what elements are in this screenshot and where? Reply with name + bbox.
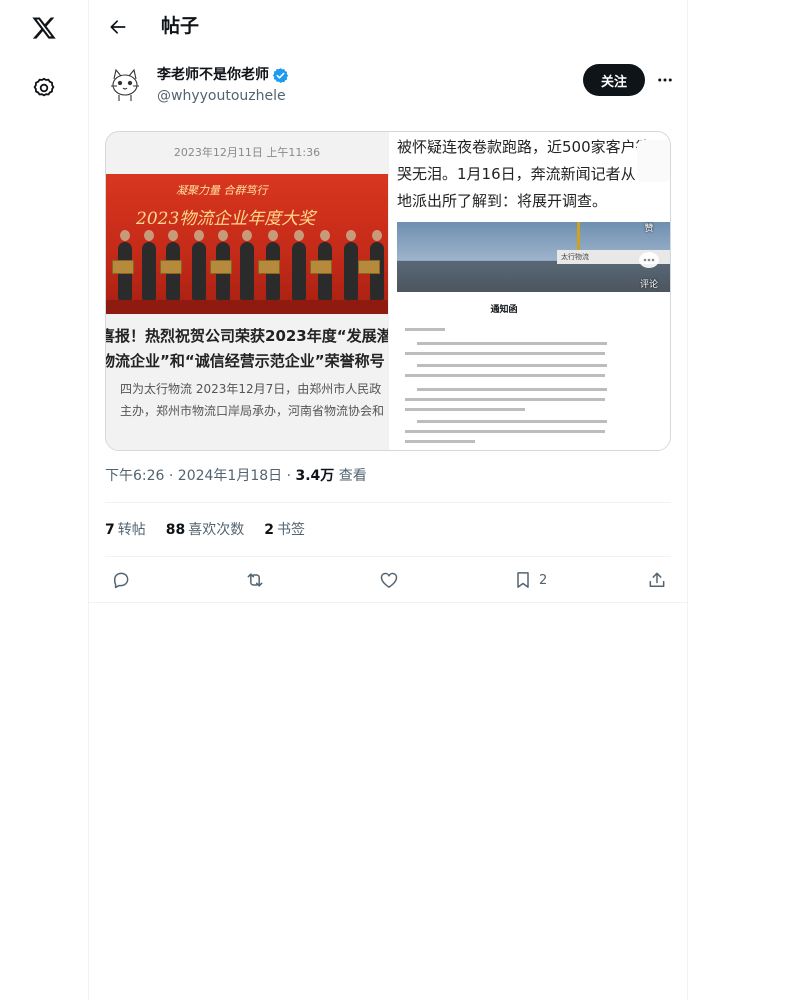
- notice-text-line: [417, 342, 607, 345]
- avatar[interactable]: [105, 64, 145, 104]
- top-bar: 帖子: [89, 0, 687, 53]
- views-label: 查看: [334, 468, 367, 484]
- follow-button[interactable]: 关注: [583, 64, 645, 96]
- main-column: 帖子 李老师不是你老师 @whyyoutouzhele 关注 2023年12月1…: [88, 0, 688, 1000]
- reposts-count: 7: [105, 522, 115, 538]
- notice-text-line: [405, 440, 475, 443]
- news-headline: 喜报！热烈祝贺公司荣获2023年度“发展潜力 物流企业”和“诚信经营示范企业”荣…: [106, 324, 388, 374]
- award-plaque: [358, 260, 380, 274]
- person-figure: [142, 230, 156, 300]
- bookmark-count: 2: [539, 572, 548, 588]
- person-figure: [292, 230, 306, 300]
- media-image-award-news[interactable]: 2023年12月11日 上午11:36 凝聚力量 合群笃行 2023物流企业年度…: [106, 132, 388, 450]
- notice-text-line: [417, 388, 607, 391]
- likes-stat[interactable]: 88 喜欢次数: [166, 520, 244, 540]
- post-timestamp[interactable]: 下午6:26 · 2024年1月18日: [105, 468, 282, 484]
- action-bar: 2: [105, 562, 671, 598]
- reposts-label: 转帖: [117, 522, 146, 538]
- verified-badge-icon: [272, 67, 289, 83]
- notice-text-line: [405, 374, 605, 377]
- bookmark-button[interactable]: 2: [513, 568, 547, 592]
- report-text: 被怀疑连夜卷款跑路，近500家客户欲 哭无泪。1月16日，奔流新闻记者从 地派出…: [397, 138, 651, 210]
- award-stage-photo: 凝聚力量 合群笃行 2023物流企业年度大奖: [106, 174, 388, 314]
- post-author: 李老师不是你老师 @whyyoutouzhele 关注: [105, 62, 673, 112]
- notice-text-line: [405, 398, 605, 401]
- person-figure: [240, 230, 254, 300]
- headline-line-1: 喜报！热烈祝贺公司荣获2023年度“发展潜力: [106, 327, 388, 345]
- award-plaque: [112, 260, 134, 274]
- user-handle[interactable]: @whyyoutouzhele: [157, 87, 286, 105]
- media-image-news-report[interactable]: 被怀疑连夜卷款跑路，近500家客户欲 哭无泪。1月16日，奔流新闻记者从 地派出…: [389, 132, 670, 450]
- post-stats: 7 转帖 88 喜欢次数 2 书签: [105, 520, 325, 540]
- notice-text-line: [405, 408, 525, 411]
- likes-count: 88: [165, 522, 186, 538]
- page-title: 帖子: [161, 15, 200, 37]
- person-figure: [192, 230, 206, 300]
- bookmarks-label: 书签: [276, 522, 305, 538]
- x-logo-icon[interactable]: [24, 8, 64, 48]
- reposts-stat[interactable]: 7 转帖: [105, 520, 146, 540]
- more-options-icon[interactable]: [653, 68, 677, 92]
- divider: [89, 602, 687, 603]
- bookmark-icon: [517, 572, 529, 588]
- banner-subtitle: 凝聚力量 合群笃行: [176, 184, 268, 197]
- name-row: 李老师不是你老师: [157, 66, 289, 84]
- screenshot-date: 2023年12月11日 上午11:36: [173, 146, 321, 159]
- notice-text-line: [405, 430, 605, 433]
- back-arrow-icon[interactable]: [101, 10, 135, 44]
- stage-floor: [106, 300, 388, 314]
- award-plaque: [160, 260, 182, 274]
- share-icon[interactable]: [647, 568, 667, 592]
- person-figure: [344, 230, 358, 300]
- award-plaque: [258, 260, 280, 274]
- building-photo: 太行物流: [397, 222, 670, 292]
- news-body: 四为太行物流 2023年12月7日，由郑州市人民政 主办，郑州市物流口岸局承办，…: [120, 378, 388, 422]
- award-plaque: [310, 260, 332, 274]
- award-plaque: [210, 260, 232, 274]
- display-name[interactable]: 李老师不是你老师: [157, 66, 269, 84]
- meta-separator: ·: [282, 468, 296, 484]
- divider: [105, 502, 671, 503]
- overlay-comment-label: 评论: [639, 280, 658, 290]
- likes-label: 喜欢次数: [188, 522, 245, 538]
- post-media[interactable]: 2023年12月11日 上午11:36 凝聚力量 合群笃行 2023物流企业年度…: [105, 131, 671, 451]
- views-count: 3.4万: [295, 468, 335, 484]
- body-line-1: 四为太行物流 2023年12月7日，由郑州市人民政: [120, 382, 382, 396]
- overlay-like: 赞: [633, 194, 665, 238]
- notice-document: 通知函: [389, 292, 670, 450]
- overlay-comment: 评论: [633, 250, 665, 294]
- bookmarks-count: 2: [264, 522, 274, 538]
- overlay-like-label: 赞: [644, 224, 654, 234]
- video-avatar: [637, 140, 670, 182]
- notice-text-line: [417, 364, 607, 367]
- notice-text-line: [405, 352, 605, 355]
- headline-line-2: 物流企业”和“诚信经营示范企业”荣誉称号: [106, 352, 385, 370]
- bookmarks-stat[interactable]: 2 书签: [264, 520, 305, 540]
- body-line-2: 主办，郑州市物流口岸局承办，河南省物流协会和: [120, 404, 385, 418]
- repost-icon[interactable]: [245, 568, 265, 592]
- notice-title: 通知函: [490, 305, 518, 315]
- settings-gear-icon[interactable]: [24, 68, 64, 108]
- banner-text: 2023物流企业年度大奖: [136, 209, 316, 229]
- divider: [105, 556, 671, 557]
- notice-text-line: [405, 328, 445, 331]
- notice-text-line: [417, 420, 607, 423]
- left-nav: [0, 0, 88, 1000]
- reply-icon[interactable]: [111, 568, 131, 592]
- post-meta: 下午6:26 · 2024年1月18日 · 3.4万 查看: [105, 466, 367, 486]
- like-heart-icon[interactable]: [379, 568, 399, 592]
